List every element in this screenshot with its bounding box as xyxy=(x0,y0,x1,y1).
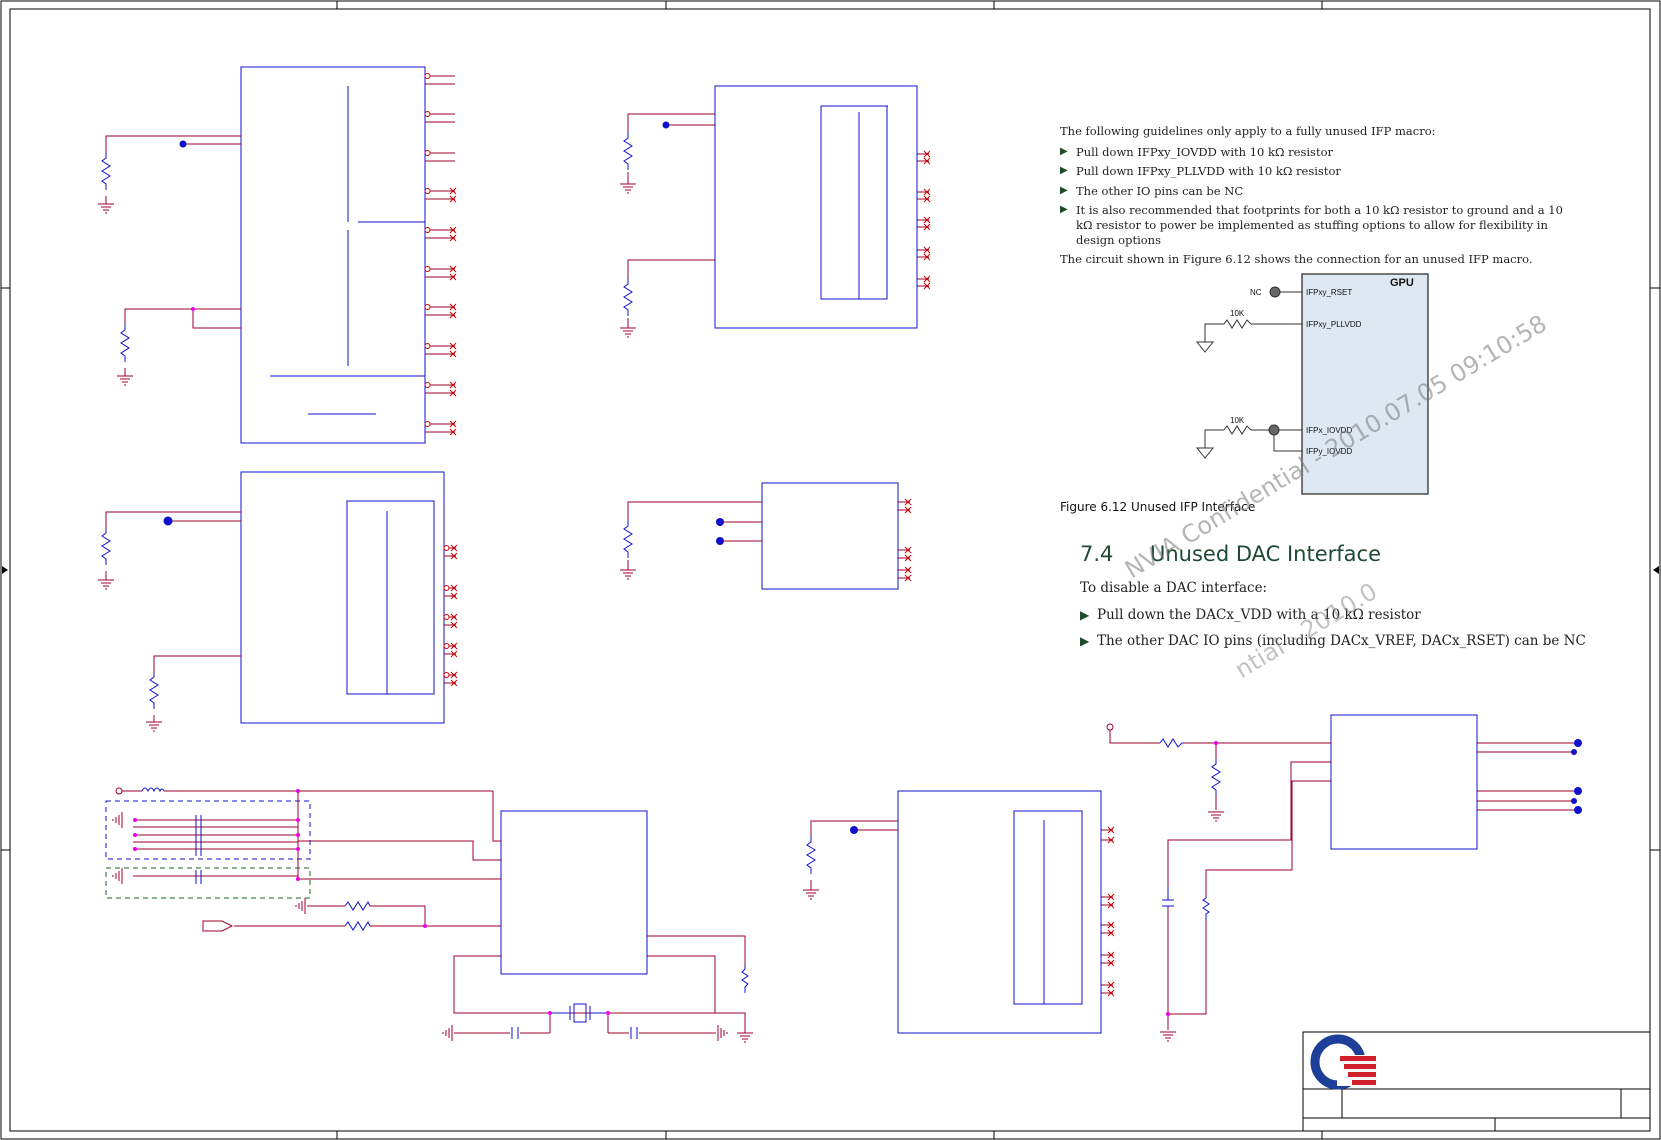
title-block xyxy=(1302,1031,1651,1132)
bullet-arrow-icon: ▶ xyxy=(1060,184,1068,196)
bullet-arrow-icon: ▶ xyxy=(1060,203,1068,215)
pin-invert-bubble xyxy=(424,188,431,194)
dac-section: 7.4 Unused DAC Interface To disable a DAC… xyxy=(1080,540,1600,658)
bullet-arrow-icon: ▶ xyxy=(1080,634,1090,649)
section-number: 7.4 xyxy=(1080,542,1114,566)
junction-dot xyxy=(179,140,187,148)
ifp-intro: The following guidelines only apply to a… xyxy=(1060,124,1436,138)
ifp-bullet: ▶ It is also recommended that footprints … xyxy=(1060,202,1563,248)
pin-invert-bubble xyxy=(424,343,431,349)
dac-intro: To disable a DAC interface: xyxy=(1080,580,1268,597)
company-logo xyxy=(1310,1034,1377,1090)
dac-bullet: ▶ Pull down the DACx_VDD with a 10 kΩ res… xyxy=(1080,607,1421,624)
figure-6-12: GPU IFPxy_RSET IFPxy_PLLVDD IFPx_IOVDD I… xyxy=(1195,273,1429,495)
ic-block-g xyxy=(1106,714,1582,1042)
pin-ifpxy-pllvdd: IFPxy_PLLVDD xyxy=(1306,320,1362,329)
figure-caption: Figure 6.12 Unused IFP Interface xyxy=(1060,500,1256,514)
ic-block-d xyxy=(619,482,912,590)
ic-block-f xyxy=(802,790,1115,1034)
dac-bullet: ▶ The other DAC IO pins (including DACx_V… xyxy=(1080,633,1586,650)
circuit-note: The circuit shown in Figure 6.12 shows t… xyxy=(1060,252,1533,267)
pin-invert-bubble xyxy=(424,111,431,117)
ic-block-e xyxy=(105,787,754,1043)
pin-invert-bubble xyxy=(424,73,431,79)
resistor-label-iovdd: 10K xyxy=(1230,416,1245,425)
pin-invert-bubble xyxy=(424,304,431,310)
pin-invert-bubble xyxy=(443,672,450,678)
pin-invert-bubble xyxy=(443,545,450,551)
pin-ifpxy-rset: IFPxy_RSET xyxy=(1306,288,1352,297)
pin-invert-bubble xyxy=(443,585,450,591)
gpu-box xyxy=(1301,273,1429,495)
bullet-arrow-icon: ▶ xyxy=(1060,146,1068,158)
pin-ifpy-iovdd: IFPy_IOVDD xyxy=(1306,447,1352,456)
ic-block-c xyxy=(97,471,458,732)
pin-ifpx-iovdd: IFPx_IOVDD xyxy=(1306,426,1352,435)
pin-invert-bubble xyxy=(424,382,431,388)
right-zone-arrow xyxy=(1653,566,1659,574)
pin-invert-bubble xyxy=(424,150,431,156)
gpu-label: GPU xyxy=(1390,277,1414,289)
ifp-bullet: ▶ Pull down IFPxy_IOVDD with 10 kΩ resist… xyxy=(1060,145,1333,160)
ifp-guidelines: The following guidelines only apply to a… xyxy=(1060,124,1580,273)
ifp-bullet: ▶ Pull down IFPxy_PLLVDD with 10 kΩ resis… xyxy=(1060,164,1341,179)
bullet-arrow-icon: ▶ xyxy=(1060,165,1068,177)
pin-invert-bubble xyxy=(424,266,431,272)
bullet-arrow-icon: ▶ xyxy=(1080,608,1090,623)
pin-invert-bubble xyxy=(424,227,431,233)
nc-label: NC xyxy=(1250,288,1262,297)
ic-block-a xyxy=(97,66,457,444)
resistor-label-pllvdd: 10K xyxy=(1230,309,1245,318)
ifp-bullet: ▶ The other IO pins can be NC xyxy=(1060,183,1244,198)
section-heading: 7.4 Unused DAC Interface xyxy=(1080,540,1600,569)
ic-block-b xyxy=(619,85,931,338)
section-title: Unused DAC Interface xyxy=(1150,542,1382,566)
pin-invert-bubble xyxy=(443,614,450,620)
left-zone-arrow xyxy=(2,566,8,574)
pin-invert-bubble xyxy=(443,643,450,649)
pin-invert-bubble xyxy=(424,421,431,427)
